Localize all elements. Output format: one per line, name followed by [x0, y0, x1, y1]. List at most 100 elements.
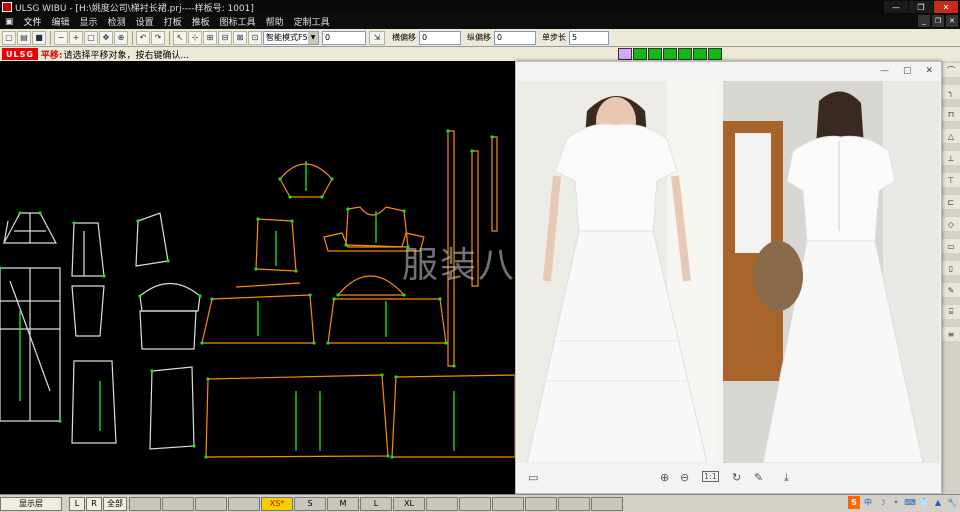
green-line-icon[interactable]	[663, 48, 677, 60]
pattern-piece[interactable]	[149, 366, 195, 450]
pattern-piece[interactable]	[0, 268, 60, 421]
print-icon[interactable]	[618, 48, 632, 60]
close-button[interactable]: ✕	[934, 1, 958, 13]
right-button[interactable]: R	[86, 496, 102, 511]
palette-tool-icon[interactable]: ⊤	[942, 173, 960, 187]
bodice-front-piece[interactable]	[345, 206, 409, 248]
mdi-restore-button[interactable]: ❐	[932, 15, 944, 27]
palette-tool-icon[interactable]: ⌸	[942, 305, 960, 319]
fit-icon[interactable]: 1:1	[702, 471, 719, 482]
palette-tool-icon[interactable]: ▭	[942, 239, 960, 253]
size-m-button[interactable]: M	[327, 496, 359, 511]
pattern-piece[interactable]	[3, 213, 46, 244]
pattern-piece[interactable]	[139, 310, 197, 350]
palette-tool-icon[interactable]: ⊓	[942, 107, 960, 121]
zoom-out-icon[interactable]: −	[54, 30, 68, 45]
all-button[interactable]: 全部	[103, 496, 127, 511]
select-icon[interactable]: ↖	[173, 30, 187, 45]
left-button[interactable]: L	[69, 496, 85, 511]
menu-edit[interactable]: 编辑	[47, 15, 75, 28]
palette-tool-icon[interactable]: ✎	[942, 283, 960, 297]
grade-copy-icon[interactable]: ⊟	[218, 30, 232, 45]
size-xl-button[interactable]: XL	[393, 496, 425, 511]
ime-chinese-icon[interactable]: 中	[862, 496, 874, 509]
measure-icon[interactable]: ⇲	[369, 30, 385, 45]
zoom-in-icon[interactable]: +	[69, 30, 83, 45]
skirt-tier-1-back[interactable]	[327, 298, 447, 344]
up-arrow-icon[interactable]: ▲	[932, 496, 944, 509]
point-tool-icon[interactable]: ⊹	[188, 30, 202, 45]
offset-h-input[interactable]: 0	[419, 30, 461, 45]
menu-view[interactable]: 显示	[75, 15, 103, 28]
offset-v-input[interactable]: 0	[494, 30, 536, 45]
menu-grade[interactable]: 推板	[187, 15, 215, 28]
waistband-piece[interactable]	[235, 282, 301, 288]
grade-move-icon[interactable]: ⊠	[233, 30, 247, 45]
keyboard-icon[interactable]: ⌨	[904, 496, 916, 509]
size-s-button[interactable]: S	[294, 496, 326, 511]
grade-tool-icon[interactable]: ⊡	[248, 30, 262, 45]
shirt-icon[interactable]: 👕	[918, 496, 930, 509]
menu-draft[interactable]: 打板	[159, 15, 187, 28]
viewer-maximize-button[interactable]: ▢	[903, 66, 912, 76]
zoom-fit-icon[interactable]: □	[84, 30, 98, 45]
new-file-icon[interactable]: ▢	[2, 30, 16, 45]
redo-icon[interactable]: ↷	[151, 30, 165, 45]
palette-tool-icon[interactable]: ▯	[942, 261, 960, 275]
red-dot-icon[interactable]	[708, 48, 722, 60]
download-icon[interactable]: ⤓	[784, 471, 789, 485]
palette-tool-icon[interactable]: ⌒	[942, 63, 960, 77]
pattern-piece[interactable]	[71, 285, 105, 337]
menu-help[interactable]: 帮助	[261, 15, 289, 28]
mdi-doc-icon[interactable]: ▣	[0, 17, 19, 27]
menu-file[interactable]: 文件	[19, 15, 47, 28]
dot-icon[interactable]: •	[890, 496, 902, 509]
palette-tool-icon[interactable]: ╮	[942, 85, 960, 99]
pan-icon[interactable]: ✥	[99, 30, 113, 45]
green-hook-icon[interactable]	[693, 48, 707, 60]
menu-settings[interactable]: 设置	[131, 15, 159, 28]
wrench-icon[interactable]: 🔧	[946, 496, 958, 509]
save-file-icon[interactable]: ■	[32, 30, 46, 45]
green-dot-icon[interactable]	[648, 48, 662, 60]
green-curve-icon[interactable]	[678, 48, 692, 60]
pattern-piece[interactable]	[71, 360, 117, 444]
strip-piece[interactable]	[491, 136, 498, 232]
layer-button[interactable]: 显示层	[0, 496, 62, 511]
rotate-icon[interactable]: ↻	[732, 471, 741, 484]
step-input[interactable]: 5	[569, 30, 609, 45]
mode-select[interactable]: 智能模式F5 ▼	[263, 30, 319, 45]
moon-icon[interactable]: ☽	[876, 496, 888, 509]
pattern-piece[interactable]	[139, 283, 201, 312]
open-file-icon[interactable]: ▤	[17, 30, 31, 45]
menu-custom-tools[interactable]: 定制工具	[289, 15, 335, 28]
mdi-minimize-button[interactable]: _	[918, 15, 930, 27]
pattern-piece[interactable]	[135, 212, 169, 267]
menu-icon-tools[interactable]: 图标工具	[215, 15, 261, 28]
grade-point-icon[interactable]: ⊞	[203, 30, 217, 45]
palette-tool-icon[interactable]: ◇	[942, 217, 960, 231]
restore-button[interactable]: ❐	[909, 1, 933, 13]
palette-tool-icon[interactable]: ≡	[942, 327, 960, 341]
sleeve-cap-piece[interactable]	[336, 275, 406, 296]
minimize-button[interactable]: —	[884, 1, 908, 13]
size-xs-button[interactable]: XS*	[261, 496, 293, 511]
save-icon[interactable]: ▭	[528, 471, 538, 484]
palette-tool-icon[interactable]: △	[942, 129, 960, 143]
pattern-piece[interactable]	[71, 222, 105, 277]
palette-tool-icon[interactable]: ⊏	[942, 195, 960, 209]
zoom-in-icon[interactable]: ⊕	[660, 471, 669, 484]
viewer-minimize-button[interactable]: —	[880, 66, 889, 76]
green-square-icon[interactable]	[633, 48, 647, 60]
skirt-tier-2-front[interactable]	[205, 374, 389, 458]
zoom-window-icon[interactable]: ⊕	[114, 30, 128, 45]
undo-icon[interactable]: ↶	[136, 30, 150, 45]
mdi-close-button[interactable]: ✕	[946, 15, 958, 27]
edit-icon[interactable]: ✎	[754, 471, 763, 484]
size-l-button[interactable]: L	[360, 496, 392, 511]
menu-check[interactable]: 检测	[103, 15, 131, 28]
viewer-close-button[interactable]: ✕	[925, 66, 933, 76]
value-input[interactable]: 0	[322, 30, 366, 45]
palette-tool-icon[interactable]: ⊥	[942, 151, 960, 165]
sogou-ime-icon[interactable]: S	[848, 496, 860, 509]
